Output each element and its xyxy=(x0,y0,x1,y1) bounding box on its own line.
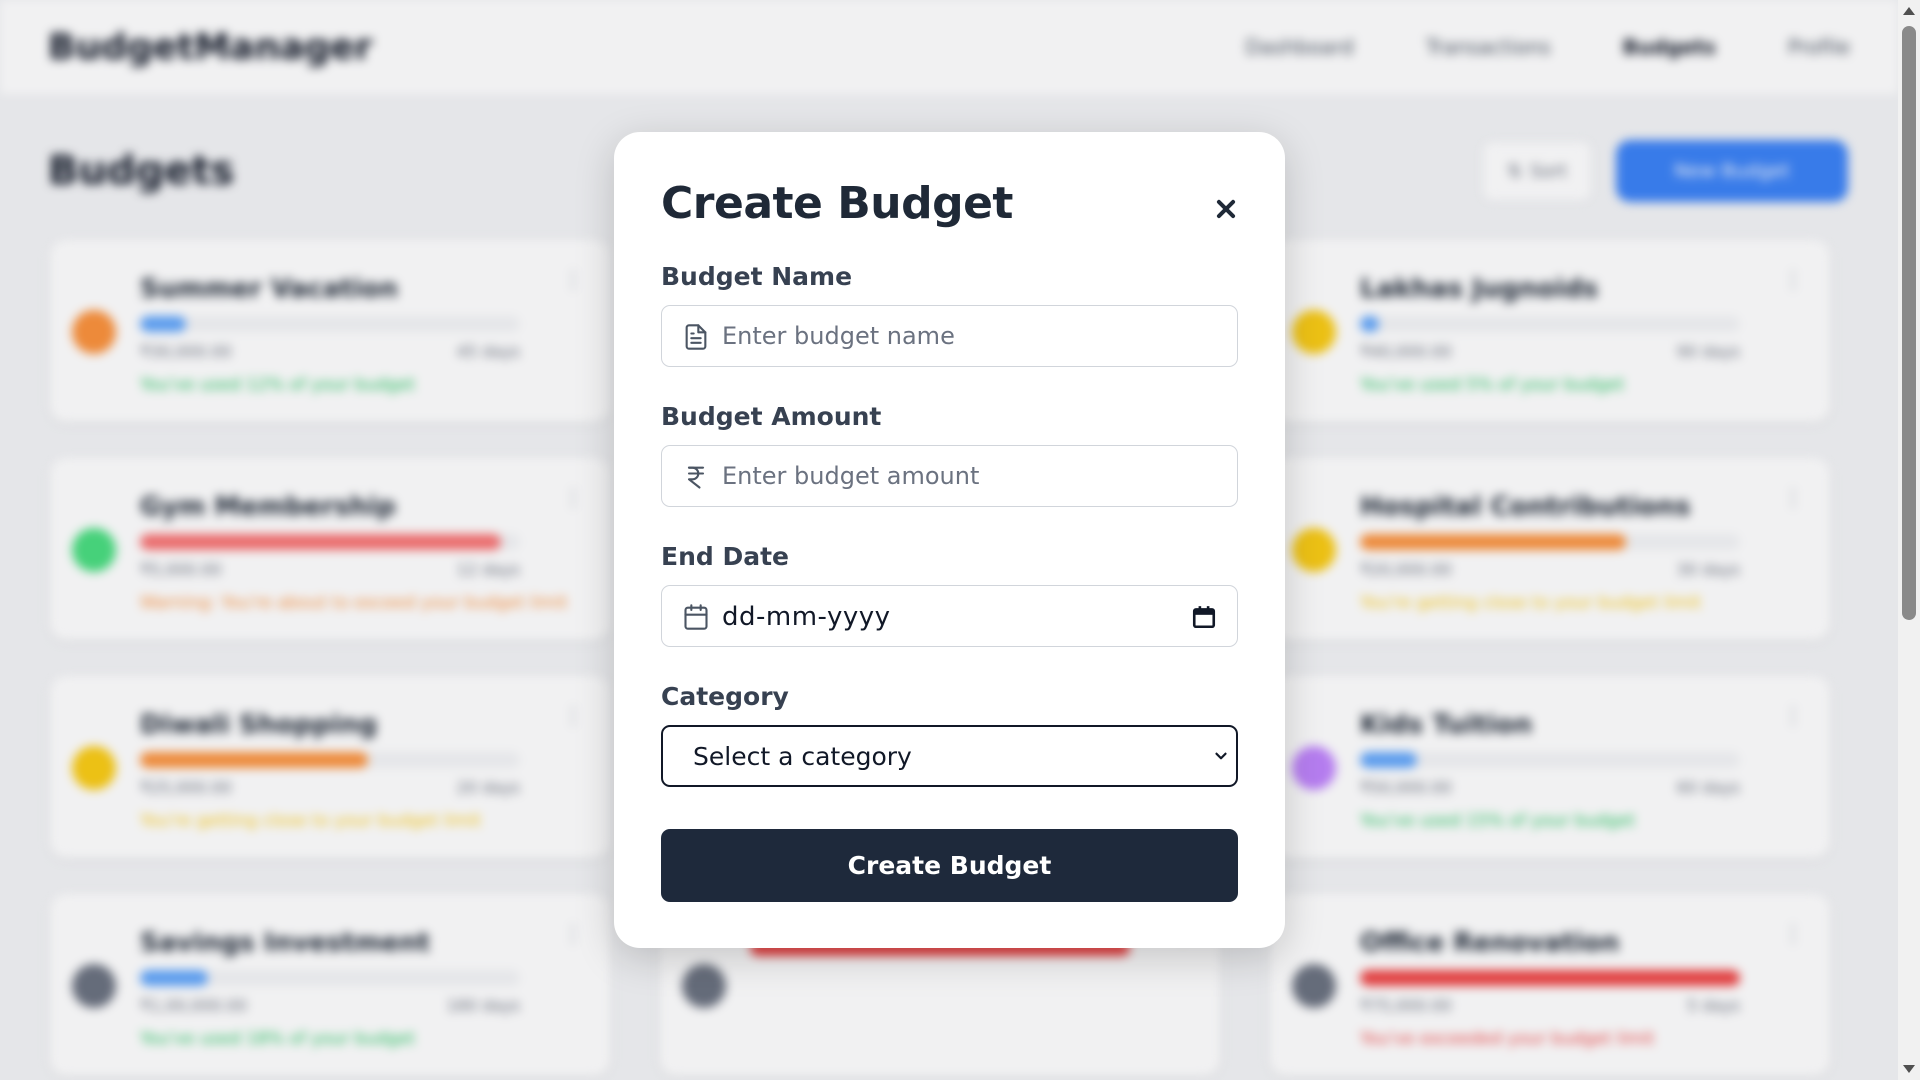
create-budget-modal: Create Budget Budget Name Budget Amount xyxy=(614,132,1285,948)
calendar-icon xyxy=(684,604,708,630)
modal-title: Create Budget xyxy=(661,178,1013,229)
document-icon xyxy=(685,324,707,350)
budget-amount-label: Budget Amount xyxy=(661,402,882,431)
category-field: Category Select a category xyxy=(661,682,1238,787)
budget-name-input[interactable] xyxy=(662,306,1237,366)
budget-amount-input-wrap xyxy=(661,445,1238,507)
end-date-label: End Date xyxy=(661,542,790,571)
budget-amount-input[interactable] xyxy=(662,446,1237,506)
create-budget-button[interactable]: Create Budget xyxy=(661,829,1238,902)
budget-amount-field: Budget Amount xyxy=(661,402,1238,507)
category-selected-value: Select a category xyxy=(693,742,912,771)
category-label: Category xyxy=(661,682,789,711)
end-date-field: End Date dd-mm-yyyy xyxy=(661,542,1238,647)
end-date-value: dd-mm-yyyy xyxy=(722,602,891,632)
scroll-up-icon[interactable] xyxy=(1898,0,1920,22)
chevron-down-icon xyxy=(1215,752,1227,760)
scroll-down-icon[interactable] xyxy=(1898,1058,1920,1080)
scrollbar[interactable] xyxy=(1898,0,1920,1080)
scroll-thumb[interactable] xyxy=(1902,26,1916,620)
budget-name-label: Budget Name xyxy=(661,262,853,291)
budget-name-field: Budget Name xyxy=(661,262,1238,367)
budget-name-input-wrap xyxy=(661,305,1238,367)
end-date-input[interactable]: dd-mm-yyyy xyxy=(661,585,1238,647)
calendar-picker-icon[interactable] xyxy=(1191,604,1217,630)
category-select[interactable]: Select a category xyxy=(661,725,1238,787)
close-icon[interactable] xyxy=(1213,196,1239,222)
rupee-icon xyxy=(687,466,705,489)
